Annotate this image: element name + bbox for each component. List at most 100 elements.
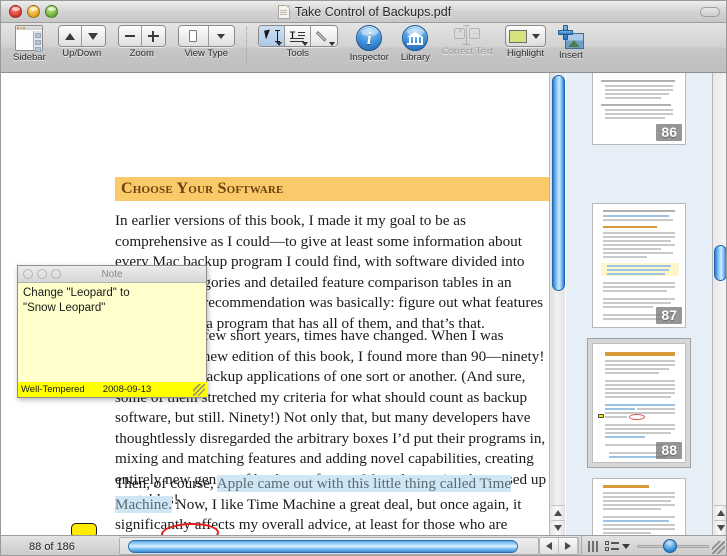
toolbar-toggle-button[interactable] <box>700 7 720 17</box>
toolbar-label-updown: Up/Down <box>62 48 102 59</box>
zoom-out-button[interactable] <box>118 26 142 46</box>
thumbnail-page-number: 86 <box>656 124 682 141</box>
toolbar-button-inspector[interactable]: i Inspector <box>344 23 395 71</box>
p3-before: Then, of course, <box>115 475 217 492</box>
toolbar-label-highlight: Highlight <box>506 48 544 59</box>
thumbnail-page-89[interactable]: 89 <box>592 478 686 535</box>
horizontal-scrollbar-arrows[interactable] <box>539 537 579 555</box>
up-down-arrows-icon[interactable] <box>57 25 106 47</box>
insert-image-plus-icon <box>557 25 584 49</box>
toolbar-button-sidebar[interactable]: Sidebar <box>7 23 52 71</box>
toolbar-button-zoom[interactable]: Zoom <box>112 23 172 71</box>
pdf-page-view[interactable]: Choose Your Software In earlier versions… <box>1 73 549 535</box>
chevron-down-icon[interactable] <box>531 33 540 39</box>
main-toolbar: Sidebar Up/Down Zoom View Type T Tools i… <box>1 23 726 73</box>
toolbar-button-correct-text: Correct Text <box>436 23 499 71</box>
thumbnail-scrollbar-thumb[interactable] <box>714 245 726 281</box>
horizontal-scrollbar-thumb[interactable] <box>128 540 518 553</box>
note-author: Well-Tempered <box>21 384 85 395</box>
thumbnail-sidebar[interactable]: 86 87 88 <box>566 73 712 535</box>
thumbnail-page-87[interactable]: 87 <box>592 203 686 328</box>
zoom-minus-plus-icon[interactable] <box>117 25 166 47</box>
tools-cursor-text-pencil-icon[interactable]: T <box>257 25 338 47</box>
thumbnail-vertical-scrollbar[interactable] <box>712 73 726 535</box>
page-total: 186 <box>56 540 75 553</box>
zoom-in-button[interactable] <box>141 26 165 46</box>
pdf-reader-window: Take Control of Backups.pdf Sidebar Up/D… <box>0 0 727 556</box>
scroll-up-button[interactable] <box>551 505 565 520</box>
toolbar-label-zoom: Zoom <box>129 48 154 59</box>
page-of-label: of <box>44 540 54 553</box>
toolbar-button-library[interactable]: Library <box>395 23 436 71</box>
scrollbar-track[interactable] <box>551 73 565 505</box>
toolbar-label-sidebar: Sidebar <box>13 52 46 63</box>
toolbar-button-updown[interactable]: Up/Down <box>52 23 112 71</box>
scroll-left-button[interactable] <box>540 538 559 554</box>
info-circle-icon: i <box>356 25 383 51</box>
highlight-color-swatch[interactable] <box>508 29 527 43</box>
document-vertical-scrollbar[interactable] <box>549 73 565 535</box>
scrollbar-arrow-buttons[interactable] <box>551 505 565 535</box>
thumbnail-scroll-down-button[interactable] <box>714 520 726 535</box>
section-heading-text: Choose Your Software <box>121 180 284 197</box>
minimize-button[interactable] <box>27 5 40 18</box>
chevron-down-icon[interactable] <box>622 543 630 549</box>
highlight-swatch-icon[interactable] <box>504 25 546 47</box>
toolbar-button-tools[interactable]: T Tools <box>252 23 344 71</box>
three-bars-icon[interactable] <box>588 540 598 552</box>
toolbar-label-tools: Tools <box>286 48 309 59</box>
thumbnail-scroll-up-button[interactable] <box>714 505 726 520</box>
note-window-title: Note <box>101 268 123 280</box>
list-view-icon[interactable] <box>605 541 630 551</box>
view-type-page-option[interactable] <box>178 26 209 46</box>
toolbar-label-correct-text: Correct Text <box>441 46 493 57</box>
horizontal-scrollbar[interactable] <box>119 537 539 555</box>
maximize-button[interactable] <box>45 5 58 18</box>
pdf-document-icon <box>277 5 290 19</box>
window-title-group: Take Control of Backups.pdf <box>1 1 726 23</box>
correct-text-icon <box>454 25 481 45</box>
note-date: 2008-09-13 <box>102 384 152 395</box>
thumbnail-page-number: 87 <box>656 307 682 324</box>
tool-select-cursor[interactable] <box>258 26 285 46</box>
toolbar-label-insert: Insert <box>559 50 583 61</box>
scrollbar-thumb[interactable] <box>552 75 565 291</box>
toolbar-label-inspector: Inspector <box>349 52 389 63</box>
view-type-dropdown[interactable] <box>208 26 234 46</box>
window-title: Take Control of Backups.pdf <box>294 5 452 19</box>
toolbar-divider <box>245 27 247 63</box>
thumbnail-scrollbar-arrows[interactable] <box>714 505 726 535</box>
toolbar-label-library: Library <box>400 52 430 63</box>
toolbar-label-view-type: View Type <box>184 48 228 59</box>
status-bar-right-controls <box>581 535 726 555</box>
sidebar-icon <box>15 25 44 52</box>
thumbnail-page-86[interactable]: 86 <box>592 73 686 145</box>
note-popup-window[interactable]: Note Change "Leopard" to "Snow Leopard" W… <box>17 265 208 398</box>
close-button[interactable] <box>9 5 22 18</box>
window-controls <box>9 5 58 18</box>
toolbar-button-view-type[interactable]: View Type <box>172 23 241 71</box>
library-columns-icon <box>402 25 429 51</box>
speech-bubble-note-icon[interactable] <box>71 523 97 535</box>
toolbar-button-highlight[interactable]: Highlight <box>499 23 552 71</box>
content-area: Choose Your Software In earlier versions… <box>1 73 726 535</box>
scroll-right-button[interactable] <box>559 538 578 554</box>
zoom-slider[interactable] <box>637 539 709 553</box>
page-down-button[interactable] <box>81 26 105 46</box>
tool-pencil-markup[interactable] <box>310 26 337 46</box>
page-current: 88 <box>29 540 42 553</box>
view-type-page-icon[interactable] <box>177 25 235 47</box>
window-resize-grip-icon[interactable] <box>712 541 725 554</box>
toolbar-button-insert[interactable]: Insert <box>552 23 590 71</box>
thumbnail-page-number: 88 <box>656 442 682 459</box>
note-text[interactable]: Change "Leopard" to "Snow Leopard" <box>18 283 206 379</box>
section-heading: Choose Your Software <box>115 177 549 201</box>
note-resize-grip-icon[interactable] <box>193 384 205 396</box>
note-title-bar[interactable]: Note <box>18 266 206 283</box>
page-indicator: 88 of 186 <box>29 541 75 553</box>
page-up-button[interactable] <box>58 26 82 46</box>
thumbnail-page-88[interactable]: 88 <box>587 338 691 468</box>
zoom-slider-knob[interactable] <box>663 539 677 553</box>
scroll-down-button[interactable] <box>551 520 565 535</box>
tool-text-annotation[interactable]: T <box>284 26 311 46</box>
